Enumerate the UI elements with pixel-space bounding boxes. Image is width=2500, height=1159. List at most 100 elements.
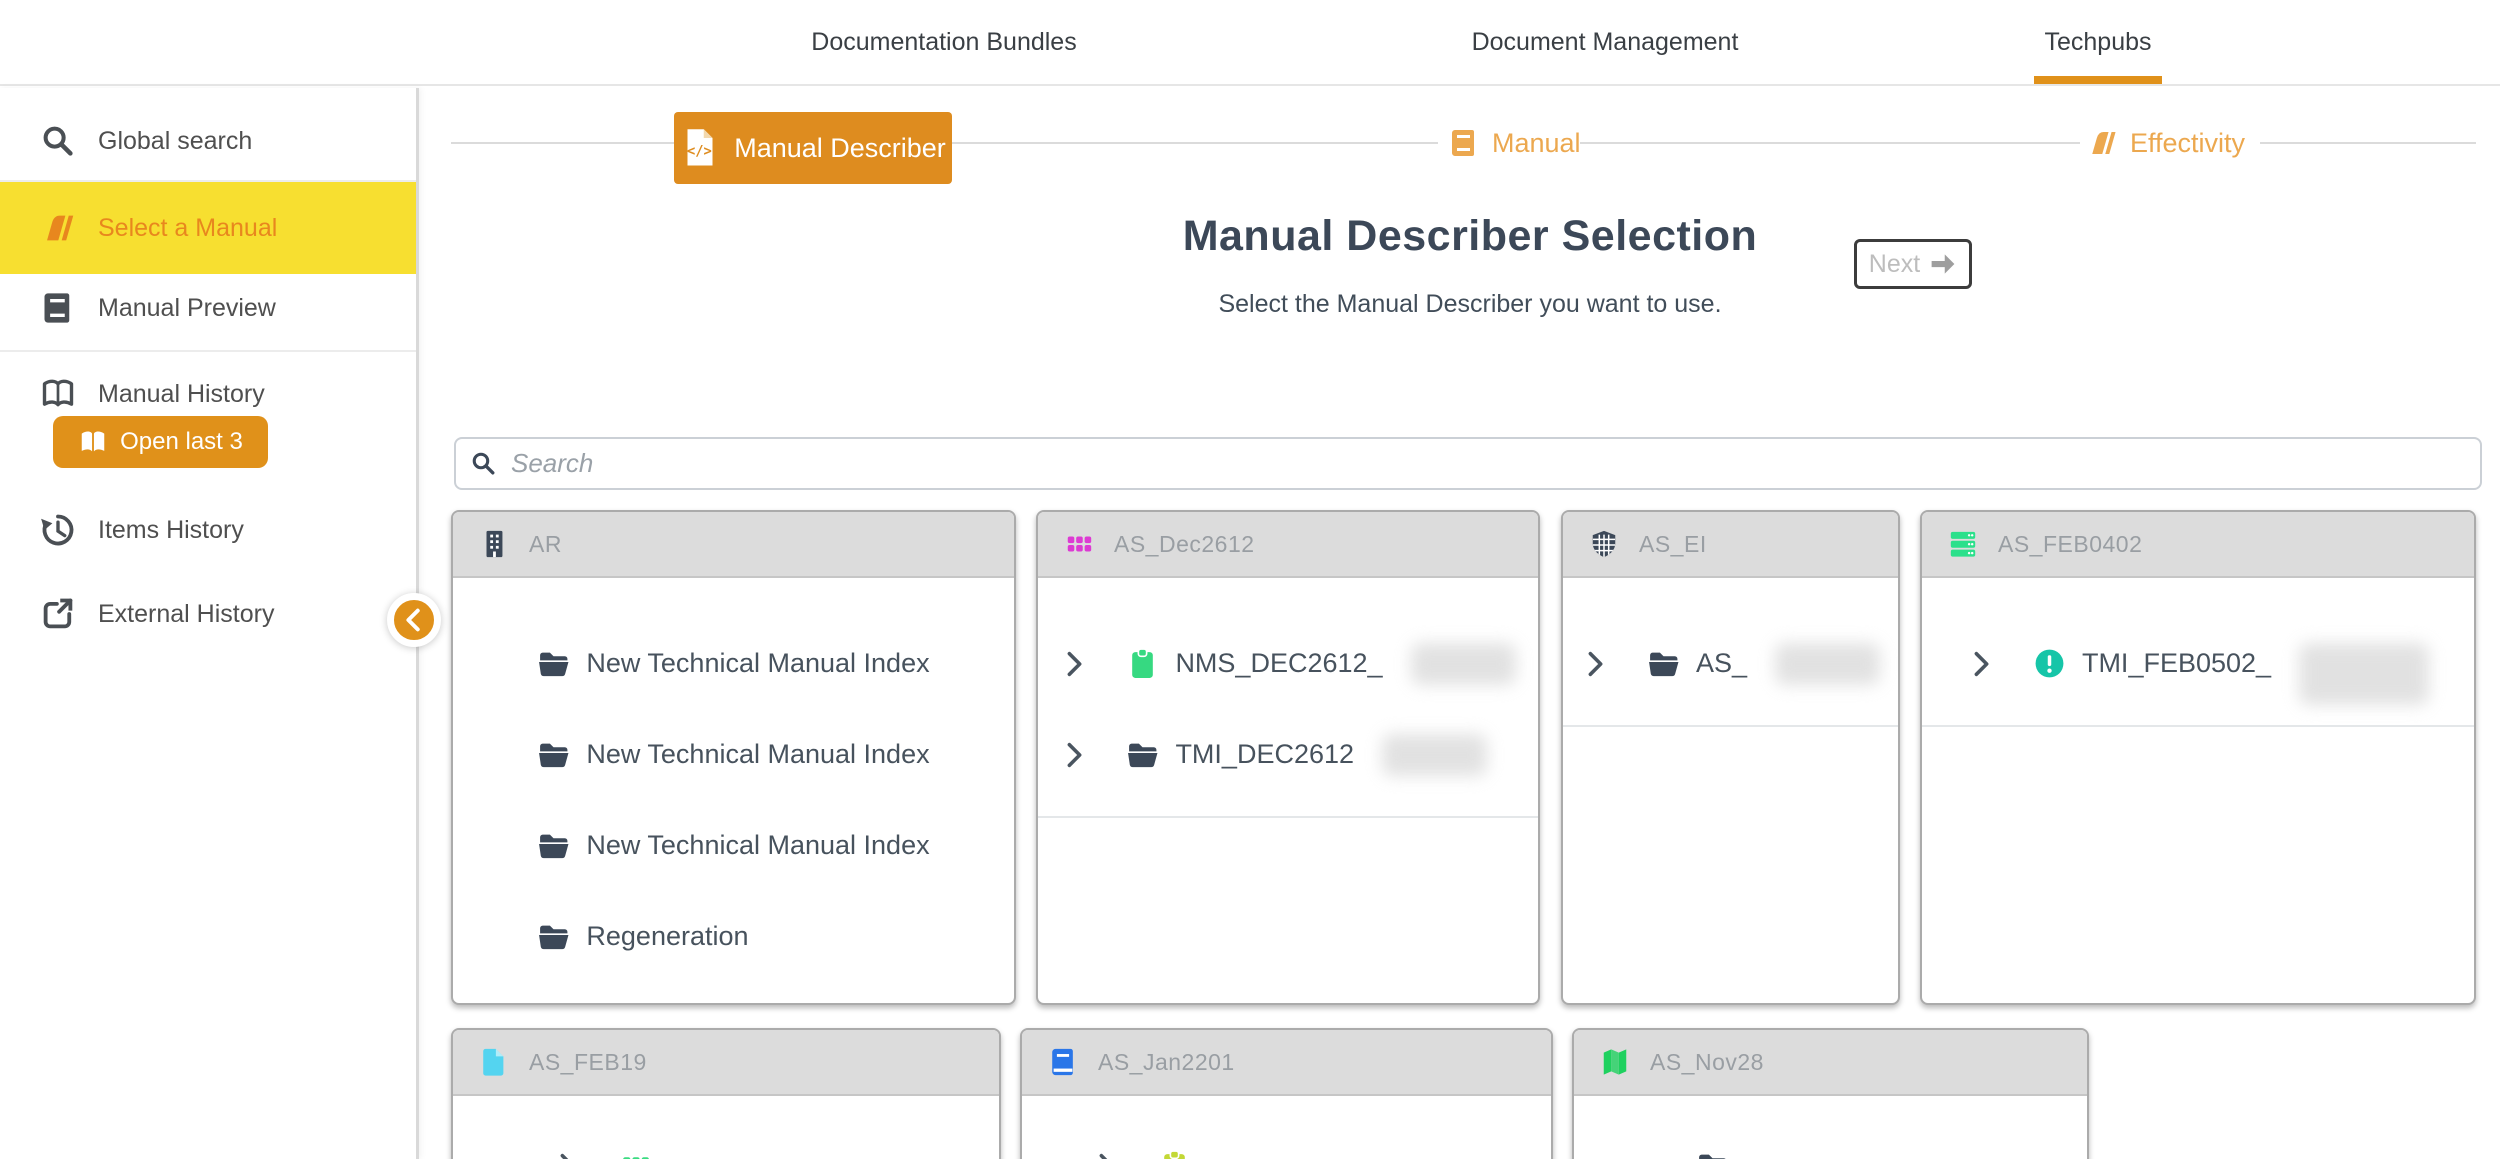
- tab-label: Documentation Bundles: [811, 28, 1076, 56]
- chevron-right-icon[interactable]: [1581, 649, 1611, 679]
- folder-open-icon: [537, 738, 570, 771]
- item-label: New Technical Manual Index: [586, 648, 929, 679]
- sidebar: Global search Select a Manual Manual Previ…: [0, 88, 419, 1159]
- card-item-row[interactable]: TMI_FEB0502_: [1967, 618, 2429, 709]
- chevron-right-icon[interactable]: [1092, 1151, 1122, 1159]
- building-icon: [479, 529, 509, 559]
- grid-dots-icon: [619, 1149, 652, 1159]
- card-items-section: New Technical Manual Index New Technical …: [537, 578, 929, 998]
- stepper-step-effectivity: Effectivity: [2086, 119, 2245, 167]
- open-last-3-label: Open last 3: [120, 428, 243, 456]
- page-subtitle: Select the Manual Describer you want to …: [1010, 290, 1930, 319]
- card-item-row[interactable]: New Technical Manual Index: [537, 618, 929, 709]
- folder-open-icon: [537, 920, 570, 953]
- search-input[interactable]: [511, 448, 2466, 479]
- card-title: AS_Jan2201: [1098, 1049, 1235, 1076]
- sidebar-item-items-history[interactable]: Items History: [0, 484, 416, 576]
- card-header[interactable]: AR: [453, 512, 1014, 578]
- describer-card-as_ei: AS_EI AS_: [1561, 510, 1900, 1005]
- next-button[interactable]: Next: [1854, 239, 1972, 289]
- book-closed-icon: [1448, 127, 1480, 159]
- card-title: AS_FEB0402: [1998, 531, 2142, 558]
- item-label: New Technical Manual Index: [586, 830, 929, 861]
- sidebar-item-global-search[interactable]: Global search: [0, 95, 416, 187]
- chevron-right-icon[interactable]: [1060, 649, 1090, 679]
- book-open-filled-icon: [78, 427, 108, 457]
- card-item-row[interactable]: New Technical Manual Index: [537, 709, 929, 800]
- stepper-connector: [1580, 142, 2080, 144]
- card-title: AS_EI: [1639, 531, 1707, 558]
- item-label: NMS_DEC2612_: [1175, 648, 1382, 679]
- card-header[interactable]: AS_FEB0402: [1922, 512, 2474, 578]
- stepper-step-label: Manual Describer: [734, 133, 946, 164]
- app: { "colors":{ "accent":"#E0911A","accent_…: [0, 0, 2500, 1159]
- external-icon: [40, 596, 76, 632]
- svg-text:</>: </>: [687, 144, 712, 160]
- card-header[interactable]: AS_Nov28: [1574, 1030, 2087, 1096]
- stepper-step-manual: Manual: [1448, 119, 1581, 167]
- search-bar: [454, 437, 2482, 490]
- card-item-row[interactable]: [1696, 1120, 1729, 1159]
- card-item-row[interactable]: NMS_DEC2612_: [1060, 618, 1515, 709]
- page-title: Manual Describer Selection: [1010, 212, 1930, 261]
- sidebar-item-label: Select a Manual: [98, 214, 277, 243]
- magnifier-icon: [40, 123, 76, 159]
- chevron-right-icon[interactable]: [1060, 740, 1090, 770]
- redacted-text-blur: [1411, 643, 1516, 685]
- folder-open-icon: [537, 829, 570, 862]
- active-tab-underline: [2034, 76, 2162, 84]
- sidebar-item-label: Manual Preview: [98, 294, 276, 323]
- chevron-right-icon[interactable]: [1967, 649, 1997, 679]
- stepper-connector: [2260, 142, 2476, 144]
- tab-document-management[interactable]: Document Management: [1455, 0, 1755, 84]
- stepper-step-label: Manual: [1492, 128, 1581, 159]
- clipboard-icon: [1126, 647, 1159, 680]
- clipboard-icon: [1158, 1149, 1191, 1159]
- stepper-step-label: Effectivity: [2130, 128, 2245, 159]
- chevron-right-icon[interactable]: [553, 1151, 583, 1159]
- sidebar-item-select-manual[interactable]: Select a Manual: [0, 182, 416, 274]
- tab-techpubs[interactable]: Techpubs: [1998, 0, 2198, 84]
- card-header[interactable]: AS_FEB19: [453, 1030, 999, 1096]
- redacted-text-blur: [1382, 734, 1487, 776]
- sidebar-item-external-history[interactable]: External History: [0, 568, 416, 660]
- stepper-connector: [451, 142, 674, 144]
- card-item-row[interactable]: AS_: [1581, 618, 1880, 709]
- card-header[interactable]: AS_Jan2201: [1022, 1030, 1551, 1096]
- describer-card-as_jan2201: AS_Jan2201: [1020, 1028, 1553, 1159]
- card-items-section: [1022, 1096, 1191, 1159]
- describer-card-ar: ARNew Technical Manual IndexNew Technica…: [451, 510, 1016, 1005]
- arrow-right-icon: [1929, 250, 1957, 278]
- doc-code-icon: </>: [680, 128, 720, 168]
- item-label: AS_: [1696, 648, 1747, 679]
- sidebar-item-manual-preview[interactable]: Manual Preview: [0, 262, 416, 354]
- sidebar-item-manual-history[interactable]: Manual History: [0, 366, 416, 422]
- describer-card-as_feb0402: AS_FEB0402 TMI_FEB0502_: [1920, 510, 2476, 1005]
- card-title: AR: [529, 531, 562, 558]
- folder-open-icon: [537, 647, 570, 680]
- card-item-row[interactable]: New Technical Manual Index: [537, 800, 929, 891]
- book-closed-icon: [40, 290, 76, 326]
- card-header[interactable]: AS_Dec2612: [1038, 512, 1538, 578]
- tab-label: Techpubs: [2044, 28, 2151, 56]
- card-header[interactable]: AS_EI: [1563, 512, 1898, 578]
- card-item-row[interactable]: [553, 1120, 652, 1159]
- card-items-section: NMS_DEC2612_ TMI_DEC2612: [1038, 578, 1538, 818]
- wing-icon: [2086, 127, 2118, 159]
- redacted-text-blur: [2299, 643, 2429, 705]
- grid-dots-icon: [1064, 529, 1094, 559]
- card-item-row[interactable]: [1092, 1120, 1191, 1159]
- book-open-icon: [40, 376, 76, 412]
- history-icon: [40, 512, 76, 548]
- file-icon: [479, 1047, 509, 1077]
- card-item-row[interactable]: Regeneration: [537, 891, 929, 982]
- open-last-3-button[interactable]: Open last 3: [53, 416, 268, 468]
- card-items-section: TMI_FEB0502_: [1922, 578, 2474, 727]
- card-item-row[interactable]: TMI_DEC2612: [1060, 709, 1515, 800]
- card-items-section: [1574, 1096, 1729, 1159]
- tab-documentation-bundles[interactable]: Documentation Bundles: [794, 0, 1094, 84]
- stepper-step-manual-describer[interactable]: </> Manual Describer: [674, 112, 952, 184]
- sidebar-collapse-button[interactable]: [387, 593, 441, 647]
- stepper-connector: [952, 142, 1438, 144]
- alert-circle-icon: [2033, 647, 2066, 680]
